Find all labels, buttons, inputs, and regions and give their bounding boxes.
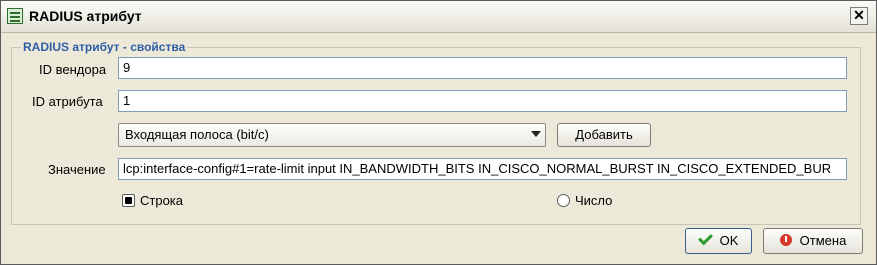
cancel-button[interactable]: Отмена	[763, 228, 863, 254]
title-bar[interactable]: RADIUS атрибут ✕	[1, 1, 876, 33]
string-radio-label[interactable]: Строка	[140, 193, 183, 208]
number-radio[interactable]	[557, 194, 570, 207]
value-label: Значение	[48, 162, 106, 177]
checkmark-icon	[697, 230, 713, 246]
preset-selected-value: Входящая полоса (bit/c)	[125, 127, 269, 142]
cancel-button-label: Отмена	[799, 233, 847, 248]
radio-selected-dot	[125, 197, 132, 204]
close-button[interactable]: ✕	[850, 7, 868, 25]
dialog-window: RADIUS атрибут ✕ RADIUS атрибут - свойст…	[0, 0, 877, 265]
cancel-icon	[779, 234, 792, 246]
group-title: RADIUS атрибут - свойства	[21, 40, 188, 54]
dialog-body: RADIUS атрибут - свойства ID вендора 9 I…	[1, 33, 876, 264]
attribute-id-label: ID атрибута	[32, 94, 103, 109]
attribute-id-input[interactable]: 1	[118, 90, 847, 112]
add-button[interactable]: Добавить	[557, 123, 651, 147]
chevron-down-icon	[531, 131, 541, 137]
table-icon	[7, 8, 23, 24]
string-radio[interactable]	[122, 194, 135, 207]
number-radio-label[interactable]: Число	[575, 193, 612, 208]
value-input[interactable]: lcp:interface-config#1=rate-limit input …	[118, 158, 847, 180]
ok-button-label: OK	[719, 233, 739, 248]
preset-dropdown[interactable]: Входящая полоса (bit/c)	[118, 123, 546, 147]
ok-button[interactable]: OK	[685, 228, 752, 254]
vendor-id-label: ID вендора	[39, 62, 107, 77]
vendor-id-input[interactable]: 9	[118, 57, 847, 79]
window-title: RADIUS атрибут	[29, 8, 142, 24]
